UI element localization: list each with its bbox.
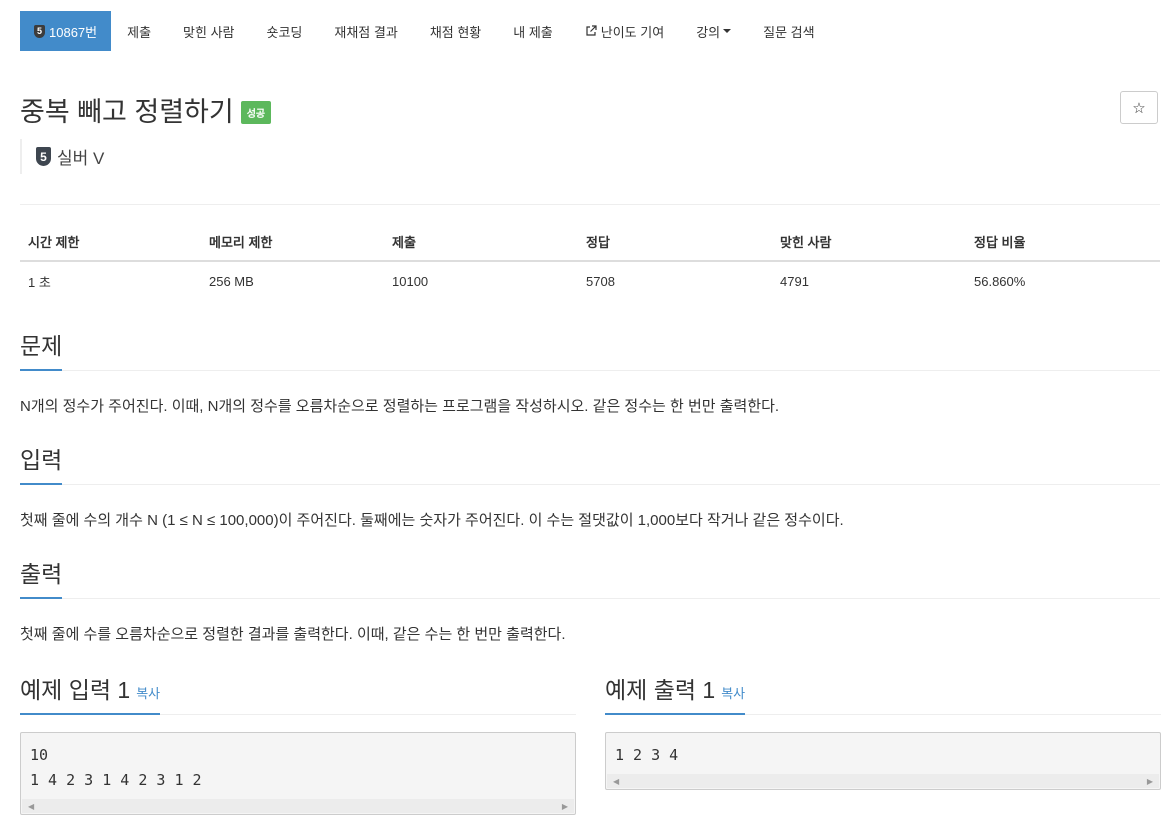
description-text: N개의 정수가 주어진다. 이때, N개의 정수를 오름차순으로 정렬하는 프로… bbox=[20, 398, 780, 415]
output-header: 출력 bbox=[20, 555, 1160, 599]
tab-difficulty-contribution[interactable]: 난이도 기여 bbox=[569, 11, 680, 51]
column-header: 정답 bbox=[578, 224, 772, 262]
sample-output-box: 1 2 3 4 ◀ ▶ bbox=[605, 732, 1161, 790]
table-header-row: 시간 제한 메모리 제한 제출 정답 맞힌 사람 정답 비율 bbox=[20, 224, 1160, 262]
tab-short-coding-label: 숏코딩 bbox=[266, 24, 303, 40]
input-header: 입력 bbox=[20, 441, 1160, 485]
scroll-left-arrow-icon[interactable]: ◀ bbox=[28, 802, 34, 811]
tab-my-submissions-label: 내 제출 bbox=[513, 24, 553, 40]
caret-down-icon bbox=[723, 29, 732, 33]
tier-label: 실버 V bbox=[57, 149, 105, 168]
problem-tier: 5 실버 V bbox=[20, 139, 104, 174]
sample-input-title: 예제 입력 1 복사 bbox=[20, 671, 161, 715]
copy-sample-input-link[interactable]: 복사 bbox=[136, 686, 160, 701]
scroll-right-arrow-icon[interactable]: ▶ bbox=[1147, 777, 1153, 786]
sample-output-header: 예제 출력 1 복사 bbox=[605, 671, 1161, 715]
horizontal-scrollbar[interactable]: ◀ ▶ bbox=[607, 774, 1159, 788]
tab-status[interactable]: 채점 현황 bbox=[414, 11, 497, 51]
tab-lectures-label: 강의 bbox=[696, 24, 721, 40]
sample-input-data: 10 1 4 2 3 1 4 2 3 1 2 bbox=[30, 746, 202, 789]
problem-title: 중복 빼고 정렬하기 bbox=[20, 97, 234, 127]
column-header: 맞힌 사람 bbox=[772, 224, 966, 262]
tab-lectures-dropdown[interactable]: 강의 bbox=[680, 11, 747, 51]
accepted-ratio: 56.860% bbox=[974, 274, 1026, 289]
silver-tier-icon: 5 bbox=[34, 24, 45, 38]
column-header: 정답 비율 bbox=[966, 224, 1160, 262]
input-text: 첫째 줄에 수의 개수 N (1 ≤ N ≤ 100,000)이 주어진다. 둘… bbox=[20, 512, 844, 529]
section-divider bbox=[20, 598, 1160, 599]
copy-sample-output-link[interactable]: 복사 bbox=[721, 686, 745, 701]
divider bbox=[20, 204, 1160, 205]
accepted-count: 5708 bbox=[586, 274, 615, 289]
table-row: 1 초 256 MB 10100 5708 4791 56.860% bbox=[20, 261, 1160, 299]
solved-users-count: 4791 bbox=[780, 274, 809, 289]
scroll-left-arrow-icon[interactable]: ◀ bbox=[613, 777, 619, 786]
description-header: 문제 bbox=[20, 327, 1160, 371]
description-title: 문제 bbox=[20, 327, 63, 371]
tab-rejudge-results[interactable]: 재채점 결과 bbox=[318, 11, 413, 51]
silver-tier-icon: 5 bbox=[36, 147, 51, 166]
section-divider bbox=[20, 484, 1160, 485]
tab-accepted-users[interactable]: 맞힌 사람 bbox=[167, 11, 250, 51]
submission-count: 10100 bbox=[392, 274, 429, 289]
sample-output-title: 예제 출력 1 복사 bbox=[605, 671, 746, 715]
tab-problem-label: 10867번 bbox=[49, 24, 98, 40]
problem-menu: 5 10867번 제출 맞힌 사람 숏코딩 재채점 결과 채점 현황 내 제출 … bbox=[20, 11, 831, 51]
sample-input-title-text: 예제 입력 1 bbox=[20, 677, 131, 703]
external-link-icon bbox=[586, 25, 597, 36]
tab-status-label: 채점 현황 bbox=[429, 24, 482, 40]
problem-info-table: 시간 제한 메모리 제한 제출 정답 맞힌 사람 정답 비율 1 초 256 M… bbox=[20, 224, 1160, 299]
output-text: 첫째 줄에 수를 오름차순으로 정렬한 결과를 출력한다. 이때, 같은 수는 … bbox=[20, 626, 566, 643]
star-icon: ☆ bbox=[1132, 99, 1146, 117]
title-row: 중복 빼고 정렬하기 성공 bbox=[20, 90, 272, 129]
section-divider bbox=[20, 370, 1160, 371]
result-badge: 성공 bbox=[240, 101, 272, 124]
star-button[interactable]: ☆ bbox=[1120, 91, 1158, 124]
column-header: 시간 제한 bbox=[20, 224, 201, 262]
sample-output-title-text: 예제 출력 1 bbox=[605, 677, 716, 703]
sample-output-data: 1 2 3 4 bbox=[615, 746, 679, 764]
horizontal-scrollbar[interactable]: ◀ ▶ bbox=[22, 799, 574, 813]
tab-accepted-users-label: 맞힌 사람 bbox=[183, 24, 235, 40]
tab-problem[interactable]: 5 10867번 bbox=[20, 11, 112, 51]
tab-difficulty-contribution-label: 난이도 기여 bbox=[600, 24, 665, 40]
tab-short-coding[interactable]: 숏코딩 bbox=[251, 11, 319, 51]
tab-my-submissions[interactable]: 내 제출 bbox=[497, 11, 569, 51]
memory-limit: 256 MB bbox=[209, 274, 254, 289]
input-title: 입력 bbox=[20, 441, 63, 485]
sample-input-box: 10 1 4 2 3 1 4 2 3 1 2 ◀ ▶ bbox=[20, 732, 576, 815]
tab-question-search-label: 질문 검색 bbox=[763, 24, 815, 40]
sample-input-header: 예제 입력 1 복사 bbox=[20, 671, 576, 715]
tab-question-search[interactable]: 질문 검색 bbox=[747, 11, 830, 51]
column-header: 제출 bbox=[384, 224, 578, 262]
time-limit: 1 초 bbox=[28, 275, 51, 290]
tab-rejudge-results-label: 재채점 결과 bbox=[334, 24, 398, 40]
tab-submit-label: 제출 bbox=[127, 24, 152, 40]
output-title: 출력 bbox=[20, 555, 63, 599]
scroll-right-arrow-icon[interactable]: ▶ bbox=[562, 802, 568, 811]
column-header: 메모리 제한 bbox=[201, 224, 384, 262]
tab-submit[interactable]: 제출 bbox=[111, 11, 167, 51]
